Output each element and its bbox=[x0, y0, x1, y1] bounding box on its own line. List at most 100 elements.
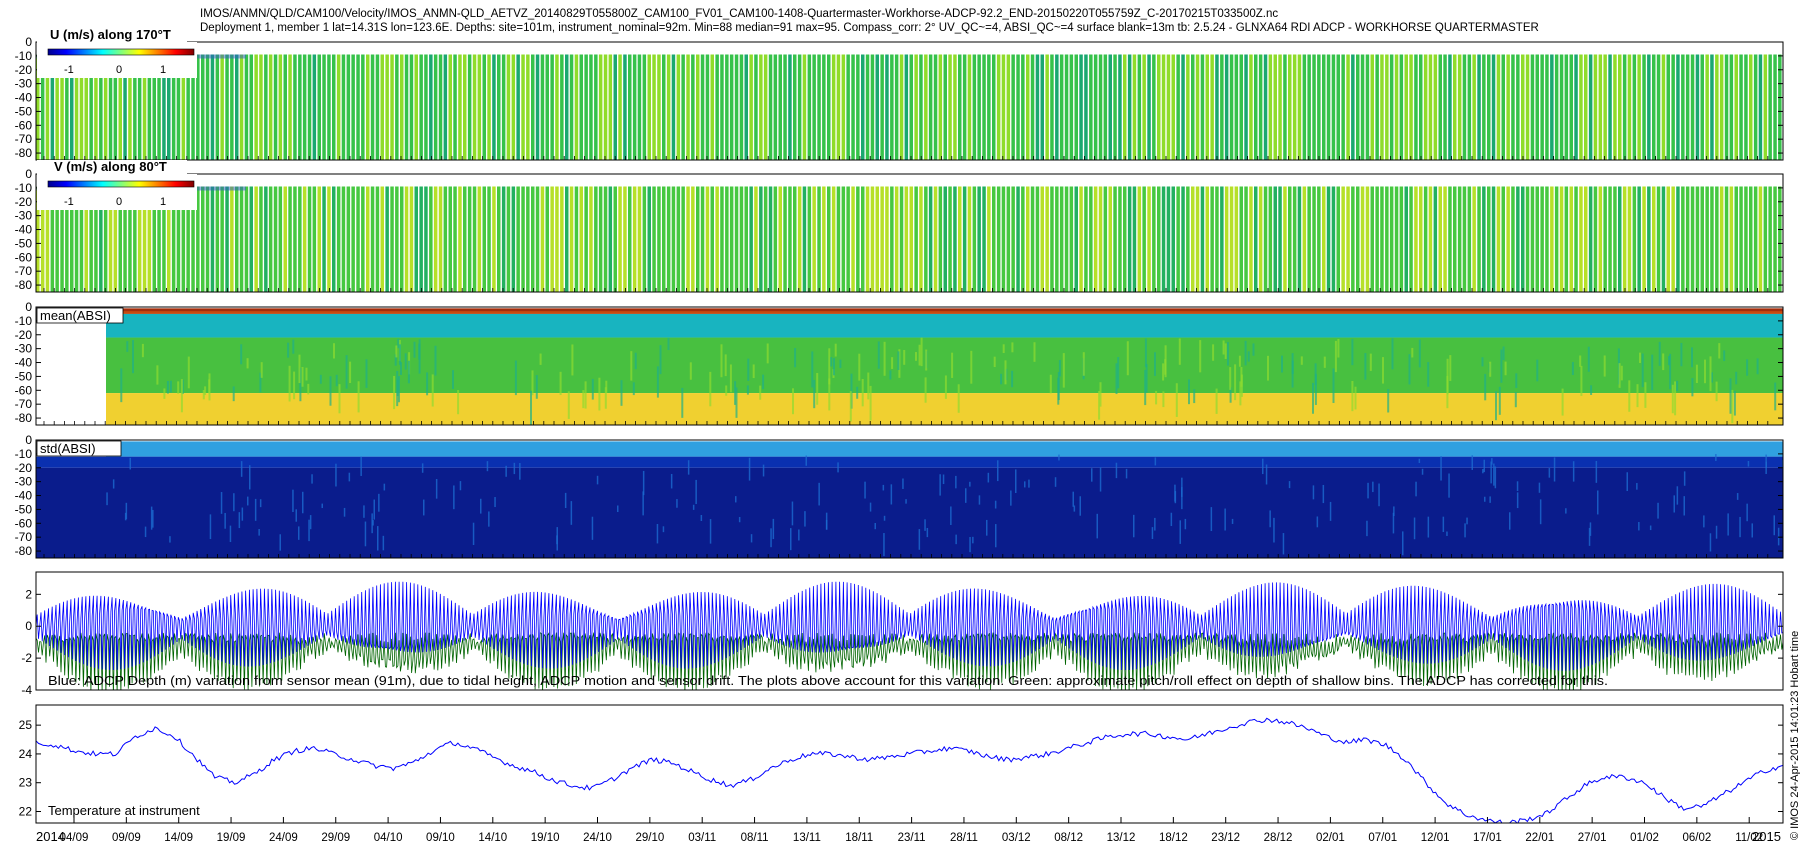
std-streak bbox=[1269, 510, 1271, 528]
absi-streak bbox=[357, 381, 360, 413]
y-tick-label: -4 bbox=[21, 683, 32, 697]
velocity-column bbox=[1210, 54, 1214, 160]
velocity-column bbox=[1719, 186, 1724, 292]
velocity-column bbox=[1360, 54, 1365, 160]
std-streak bbox=[363, 505, 365, 518]
std-streak bbox=[1096, 513, 1098, 539]
absi-streak bbox=[452, 370, 454, 390]
velocity-column bbox=[501, 186, 506, 292]
velocity-column bbox=[817, 54, 821, 160]
velocity-column bbox=[768, 54, 773, 160]
velocity-column bbox=[1331, 54, 1336, 160]
std-streak bbox=[343, 507, 346, 517]
velocity-column bbox=[302, 54, 307, 160]
velocity-column bbox=[235, 54, 239, 160]
std-streak bbox=[505, 465, 507, 477]
velocity-column bbox=[1244, 54, 1248, 160]
velocity-column bbox=[1428, 54, 1433, 160]
velocity-column bbox=[1467, 54, 1472, 160]
velocity-column bbox=[1288, 54, 1292, 160]
absi-streak bbox=[1011, 342, 1014, 353]
adcp-summary-figure: 0-10-20-30-40-50-60-70-80 U (m/s) along … bbox=[15, 27, 1800, 844]
velocity-column bbox=[366, 186, 370, 292]
std-streak bbox=[364, 521, 367, 547]
velocity-column bbox=[623, 54, 627, 160]
velocity-column bbox=[1671, 54, 1675, 160]
velocity-column bbox=[1307, 54, 1311, 160]
velocity-column bbox=[647, 54, 651, 160]
absi-streak bbox=[925, 349, 928, 371]
velocity-column bbox=[1011, 186, 1015, 292]
velocity-column bbox=[754, 186, 758, 292]
velocity-column bbox=[312, 54, 317, 160]
y-tick-label: -10 bbox=[15, 49, 33, 63]
velocity-column bbox=[1079, 54, 1083, 160]
velocity-column bbox=[1229, 54, 1234, 160]
y-tick-label: -50 bbox=[15, 369, 33, 383]
absi-streak bbox=[1618, 363, 1621, 388]
std-streak bbox=[519, 463, 521, 480]
std-streak bbox=[1636, 483, 1638, 490]
velocity-column bbox=[1064, 54, 1069, 160]
absi-streak bbox=[1354, 386, 1357, 410]
std-streak bbox=[556, 535, 558, 545]
std-streak bbox=[1170, 512, 1173, 527]
velocity-column bbox=[317, 186, 321, 292]
y-tick-label: -60 bbox=[15, 118, 33, 132]
velocity-column bbox=[1423, 186, 1428, 292]
std-streak bbox=[969, 481, 971, 487]
velocity-column bbox=[720, 54, 724, 160]
velocity-column bbox=[812, 54, 816, 160]
velocity-column bbox=[1501, 54, 1505, 160]
velocity-column bbox=[793, 54, 797, 160]
velocity-column bbox=[1045, 186, 1049, 292]
velocity-column bbox=[1030, 54, 1035, 160]
absi-streak bbox=[725, 385, 728, 396]
absi-streak bbox=[329, 376, 332, 406]
velocity-column bbox=[278, 54, 283, 160]
absi-streak bbox=[404, 353, 407, 370]
std-streak bbox=[423, 499, 425, 516]
velocity-column bbox=[1239, 54, 1243, 160]
velocity-column bbox=[1142, 54, 1146, 160]
y-tick-label: -50 bbox=[15, 236, 33, 250]
absi-streak bbox=[1587, 346, 1590, 372]
std-streak bbox=[1265, 464, 1268, 485]
velocity-column bbox=[1632, 186, 1637, 292]
velocity-column bbox=[1579, 54, 1583, 160]
velocity-column bbox=[521, 186, 525, 292]
velocity-column bbox=[370, 186, 375, 292]
velocity-column bbox=[594, 54, 598, 160]
velocity-column bbox=[671, 54, 676, 160]
velocity-column bbox=[696, 186, 700, 292]
velocity-column bbox=[322, 54, 326, 160]
absi-streak bbox=[724, 354, 727, 377]
absi-streak bbox=[591, 378, 594, 400]
velocity-column bbox=[1069, 186, 1074, 292]
absi-streak bbox=[571, 344, 574, 376]
velocity-column bbox=[1059, 54, 1064, 160]
std-streak bbox=[1777, 527, 1780, 546]
velocity-column bbox=[632, 54, 637, 160]
velocity-column bbox=[375, 186, 380, 292]
velocity-column bbox=[1307, 186, 1311, 292]
velocity-column bbox=[1729, 54, 1734, 160]
velocity-column bbox=[1564, 54, 1569, 160]
v-colorbar-tick-1: 1 bbox=[160, 196, 166, 208]
velocity-column bbox=[681, 54, 685, 160]
velocity-column bbox=[846, 186, 850, 292]
velocity-column bbox=[1026, 186, 1030, 292]
std-streak bbox=[735, 496, 737, 503]
temperature-panel-background bbox=[36, 705, 1783, 823]
x-tick-label: 12/01 bbox=[1421, 832, 1450, 844]
velocity-column bbox=[948, 186, 952, 292]
std-streak bbox=[1028, 479, 1030, 488]
absi-streak bbox=[1427, 362, 1430, 387]
velocity-column bbox=[424, 186, 428, 292]
velocity-column bbox=[239, 54, 244, 160]
panel-temperature: 25 24 23 22 Temperature at instrument bbox=[19, 704, 1784, 824]
velocity-column bbox=[516, 54, 520, 160]
velocity-column bbox=[647, 186, 651, 292]
velocity-column bbox=[851, 54, 855, 160]
absi-streak bbox=[816, 372, 819, 405]
